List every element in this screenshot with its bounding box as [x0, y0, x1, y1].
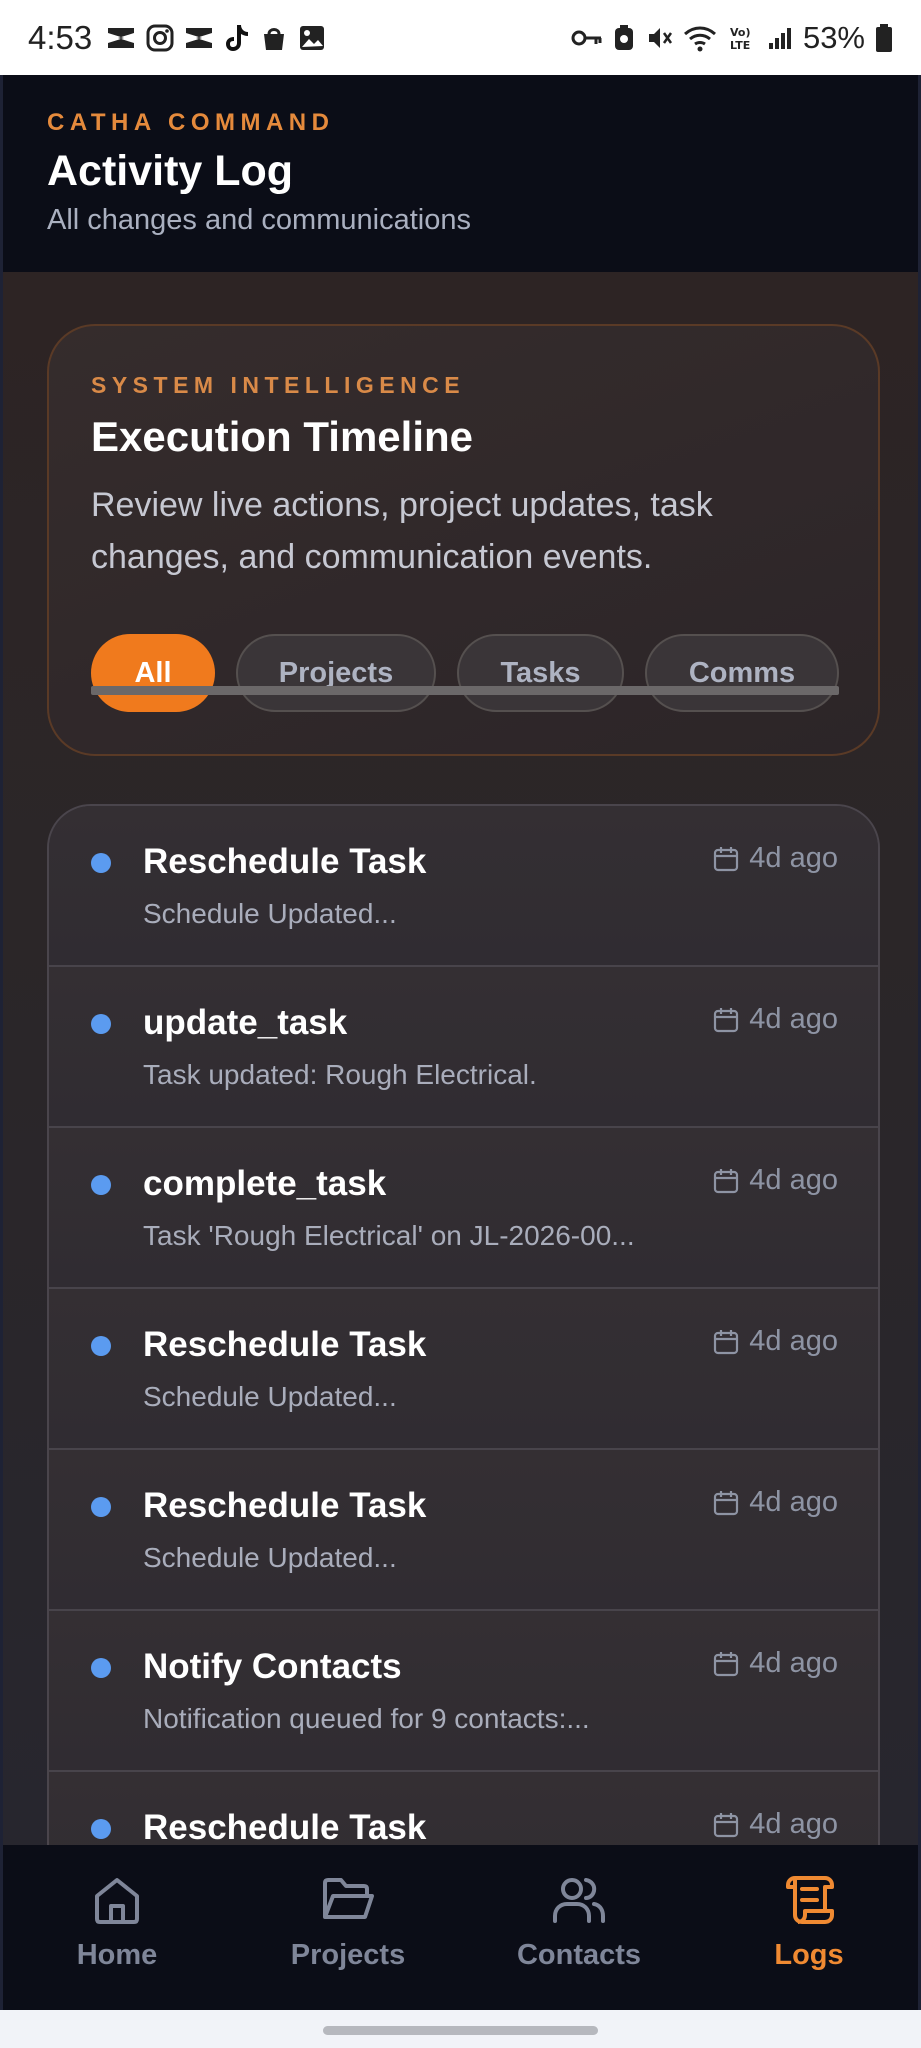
log-timestamp: 4d ago	[713, 1808, 838, 1841]
log-description: Task updated: Rough Electrical.	[143, 1059, 537, 1090]
log-timestamp: 4d ago	[713, 1647, 838, 1680]
log-item[interactable]: Reschedule Task Schedule Updated... 4d a…	[49, 1450, 878, 1611]
status-dot	[91, 1014, 111, 1034]
gallery-icon	[300, 25, 325, 50]
log-title: Notify Contacts	[143, 1647, 402, 1686]
nav-label: Logs	[774, 1939, 844, 1971]
status-dot	[91, 1658, 111, 1678]
log-description: Schedule Updated...	[143, 1381, 397, 1412]
log-description: Schedule Updated...	[143, 1542, 397, 1573]
log-item[interactable]: update_task Task updated: Rough Electric…	[49, 967, 878, 1128]
data-saver-icon	[614, 24, 633, 50]
log-time-text: 4d ago	[749, 1325, 838, 1357]
log-time-text: 4d ago	[749, 1647, 838, 1679]
capcut-icon	[108, 27, 135, 48]
tab-tasks[interactable]: Tasks	[457, 634, 624, 712]
activity-log-list: Reschedule Task Schedule Updated... 4d a…	[47, 804, 880, 1845]
status-dot	[91, 1336, 111, 1356]
calendar-icon	[714, 1168, 739, 1193]
log-time-text: 4d ago	[749, 1164, 838, 1196]
volte-icon: Vo)LTE	[730, 26, 751, 52]
log-time-text: 4d ago	[749, 1486, 838, 1518]
calendar-icon	[714, 1329, 739, 1354]
log-item[interactable]: Reschedule Task Schedule Updated... 4d a…	[49, 1289, 878, 1450]
log-timestamp: 4d ago	[713, 1164, 838, 1197]
app-header: CATHA COMMAND Activity Log All changes a…	[0, 75, 921, 272]
status-bar: 4:53 Vo) LTE 53%	[0, 0, 921, 75]
log-time-text: 4d ago	[749, 1808, 838, 1840]
log-timestamp: 4d ago	[713, 1003, 838, 1036]
nav-home[interactable]: Home	[17, 1845, 217, 2010]
log-item[interactable]: Reschedule Task 4d ago	[49, 1772, 878, 1845]
main-content[interactable]: SYSTEM INTELLIGENCE Execution Timeline R…	[0, 272, 921, 1845]
log-timestamp: 4d ago	[713, 842, 838, 875]
bottom-navigation: Home Projects Contacts Logs	[0, 1845, 921, 2010]
app-eyebrow: CATHA COMMAND	[47, 109, 335, 136]
page-subtitle: All changes and communications	[47, 204, 471, 236]
log-description: Task 'Rough Electrical' on JL-2026-00...	[143, 1220, 635, 1251]
calendar-icon	[714, 1007, 739, 1032]
nav-logs[interactable]: Logs	[709, 1845, 909, 2010]
tabs-scrollbar[interactable]	[91, 686, 839, 695]
log-title: complete_task	[143, 1164, 387, 1203]
home-icon	[95, 1878, 139, 1924]
nav-label: Projects	[290, 1939, 406, 1971]
status-dot	[91, 1497, 111, 1517]
system-icons: Vo) LTE 53%	[571, 20, 893, 56]
scroll-icon	[786, 1876, 834, 1924]
nav-label: Home	[76, 1939, 158, 1971]
wifi-icon	[683, 26, 716, 51]
battery-icon	[876, 23, 892, 52]
home-gesture-handle[interactable]	[323, 2026, 598, 2035]
page-title: Activity Log	[47, 147, 294, 195]
hero-title: Execution Timeline	[91, 413, 473, 460]
log-time-text: 4d ago	[749, 842, 838, 874]
log-title: Reschedule Task	[143, 1486, 427, 1525]
instagram-icon	[146, 24, 174, 51]
calendar-icon	[714, 1651, 739, 1676]
tab-comms[interactable]: Comms	[645, 634, 839, 712]
mute-icon	[648, 27, 672, 48]
log-item[interactable]: complete_task Task 'Rough Electrical' on…	[49, 1128, 878, 1289]
notification-icons	[106, 23, 326, 53]
shopping-bag-icon	[264, 27, 285, 50]
hero-eyebrow: SYSTEM INTELLIGENCE	[91, 372, 466, 398]
log-description: Notification queued for 9 contacts:...	[143, 1703, 590, 1734]
log-item[interactable]: Notify Contacts Notification queued for …	[49, 1611, 878, 1772]
users-icon	[553, 1878, 605, 1923]
filter-tabs: All Projects Tasks Comms	[91, 634, 839, 716]
status-dot	[91, 1819, 111, 1839]
status-time: 4:53	[28, 18, 93, 56]
timeline-hero-card: SYSTEM INTELLIGENCE Execution Timeline R…	[47, 324, 880, 756]
log-title: Reschedule Task	[143, 1808, 427, 1845]
status-dot	[91, 1175, 111, 1195]
key-icon	[571, 30, 602, 45]
tab-projects[interactable]: Projects	[236, 634, 436, 712]
system-gesture-bar	[0, 2010, 921, 2048]
tab-all[interactable]: All	[91, 634, 215, 712]
nav-contacts[interactable]: Contacts	[479, 1845, 679, 2010]
log-timestamp: 4d ago	[713, 1486, 838, 1519]
log-description: Schedule Updated...	[143, 898, 397, 929]
log-title: Reschedule Task	[143, 842, 427, 881]
calendar-icon	[714, 1812, 739, 1837]
log-time-text: 4d ago	[749, 1003, 838, 1035]
svg-text:Vo): Vo)	[730, 26, 751, 39]
calendar-icon	[714, 846, 739, 871]
log-title: update_task	[143, 1003, 348, 1042]
log-timestamp: 4d ago	[713, 1325, 838, 1358]
folder-icon	[323, 1878, 374, 1919]
status-dot	[91, 853, 111, 873]
log-title: Reschedule Task	[143, 1325, 427, 1364]
capcut-icon	[186, 27, 213, 48]
nav-label: Contacts	[516, 1939, 642, 1971]
battery-percent: 53%	[802, 19, 865, 55]
log-item[interactable]: Reschedule Task Schedule Updated... 4d a…	[49, 806, 878, 967]
calendar-icon	[714, 1490, 739, 1515]
tiktok-icon	[226, 24, 249, 51]
signal-icon	[768, 27, 791, 49]
svg-text:LTE: LTE	[730, 39, 750, 52]
hero-description: Review live actions, project updates, ta…	[91, 486, 713, 576]
nav-projects[interactable]: Projects	[248, 1845, 448, 2010]
